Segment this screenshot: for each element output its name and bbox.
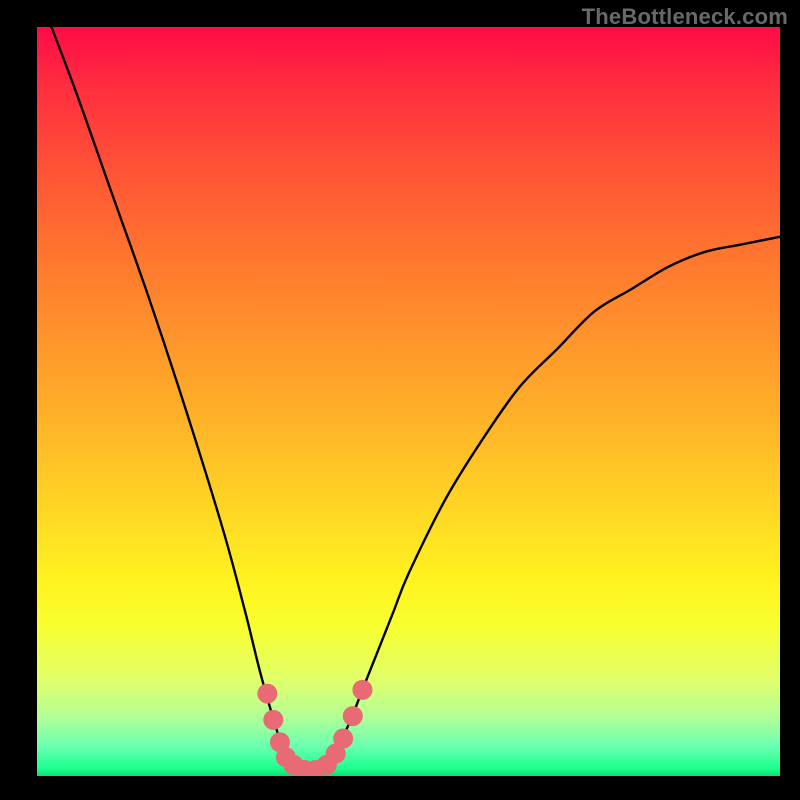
marker-point [333,729,353,749]
marker-group [257,680,372,776]
marker-point [343,706,363,726]
watermark-text: TheBottleneck.com [582,4,788,30]
marker-point [352,680,372,700]
bottleneck-curve [37,27,780,776]
plot-area [37,27,780,776]
marker-point [257,684,277,704]
marker-point [263,710,283,730]
curve-layer [37,27,780,776]
chart-frame: TheBottleneck.com [0,0,800,800]
